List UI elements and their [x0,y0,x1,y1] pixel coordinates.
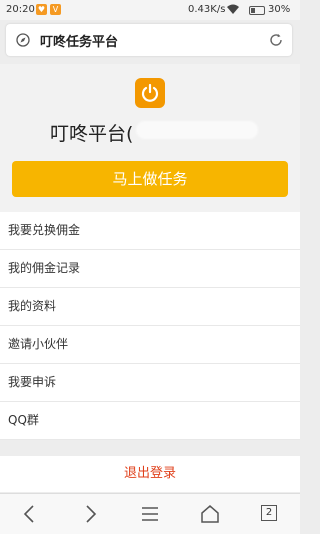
battery-percent: 30% [268,4,291,15]
menu-item-redeem[interactable]: 我要兑换佣金 [0,212,300,250]
status-time: 20:20 [6,4,35,15]
power-icon [141,83,159,102]
app-notification-icon: ♥ [36,4,47,15]
compass-icon [16,32,30,47]
browser-nav-bar: 2 [0,493,300,534]
home-icon[interactable] [198,502,222,526]
wifi-icon [226,4,240,18]
menu-icon[interactable] [138,502,162,526]
battery-icon [249,6,265,15]
menu-item-profile[interactable]: 我的资料 [0,288,300,326]
back-icon[interactable] [18,502,42,526]
app-logo [135,78,165,108]
menu-list: 我要兑换佣金 我的佣金记录 我的资料 邀请小伙伴 我要申诉 QQ群 [0,212,300,440]
status-bar: 20:20 ♥ V 0.43K/s 30% [0,0,300,20]
tab-count-button[interactable]: 2 [261,505,277,521]
masked-phone-number [136,121,258,139]
menu-item-appeal[interactable]: 我要申诉 [0,364,300,402]
refresh-icon[interactable] [268,32,284,48]
network-speed: 0.43K/s [188,4,226,15]
app-notification-icon: V [50,4,61,15]
forward-icon[interactable] [78,502,102,526]
menu-item-invite[interactable]: 邀请小伙伴 [0,326,300,364]
start-task-button[interactable]: 马上做任务 [12,161,288,197]
address-bar[interactable]: 叮咚任务平台 [6,24,292,56]
profile-header: 叮咚平台( 马上做任务 [0,64,300,212]
menu-item-qq-group[interactable]: QQ群 [0,402,300,440]
menu-item-commission-history[interactable]: 我的佣金记录 [0,250,300,288]
page-title: 叮咚任务平台 [40,35,119,50]
user-platform-name: 叮咚平台( [50,123,134,145]
logout-button[interactable]: 退出登录 [0,456,300,492]
